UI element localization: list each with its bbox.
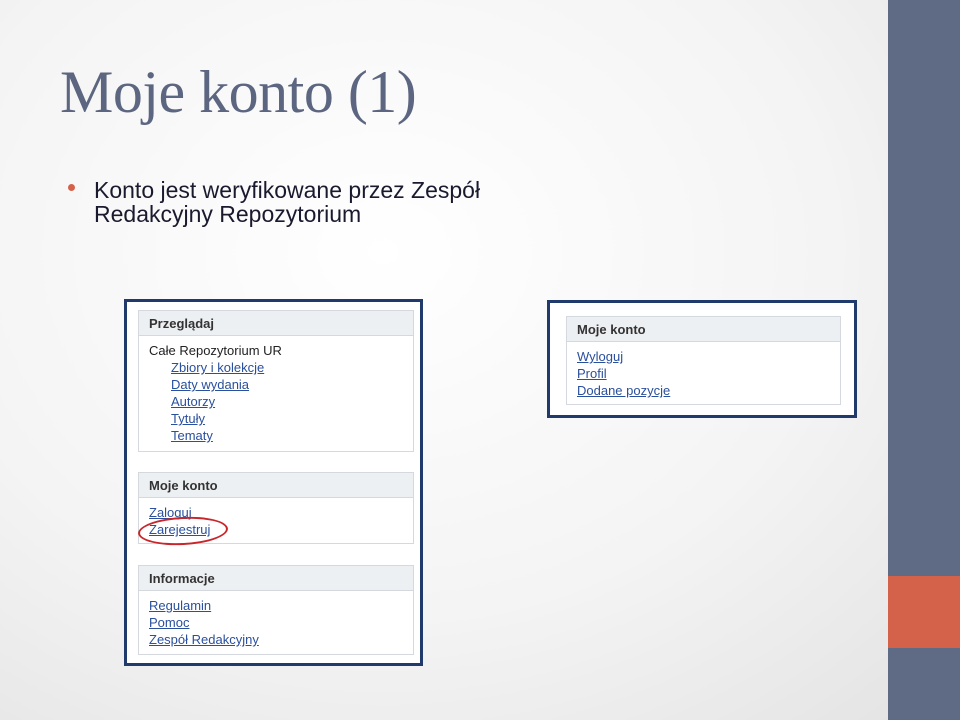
account-panel-header: Moje konto — [139, 473, 413, 498]
browse-link-authors[interactable]: Autorzy — [149, 393, 403, 410]
screenshot-logged-out: Przeglądaj Całe Repozytorium UR Zbiory i… — [124, 299, 423, 666]
browse-panel: Przeglądaj Całe Repozytorium UR Zbiory i… — [138, 310, 414, 452]
team-link[interactable]: Zespół Redakcyjny — [149, 631, 403, 648]
browse-link-titles[interactable]: Tytuły — [149, 410, 403, 427]
logout-link[interactable]: Wyloguj — [577, 348, 830, 365]
help-link[interactable]: Pomoc — [149, 614, 403, 631]
account-panel-logged-in-header: Moje konto — [567, 317, 840, 342]
info-panel-header: Informacje — [139, 566, 413, 591]
bullet-text: Konto jest weryfikowane przez Zespół Red… — [94, 177, 481, 227]
side-decor-accent — [888, 576, 960, 648]
info-panel: Informacje Regulamin Pomoc Zespół Redakc… — [138, 565, 414, 655]
screenshot-logged-in: Moje konto Wyloguj Profil Dodane pozycje — [547, 300, 857, 418]
browse-panel-header: Przeglądaj — [139, 311, 413, 336]
account-panel-logged-in: Moje konto Wyloguj Profil Dodane pozycje — [566, 316, 841, 405]
added-items-link[interactable]: Dodane pozycje — [577, 382, 830, 399]
profile-link[interactable]: Profil — [577, 365, 830, 382]
slide-title: Moje konto (1) — [60, 59, 417, 125]
bullet-dot-icon — [68, 184, 75, 191]
browse-link-subjects[interactable]: Tematy — [149, 427, 403, 444]
rules-link[interactable]: Regulamin — [149, 597, 403, 614]
browse-link-dates[interactable]: Daty wydania — [149, 376, 403, 393]
browse-link-collections[interactable]: Zbiory i kolekcje — [149, 359, 403, 376]
browse-root: Całe Repozytorium UR — [149, 343, 282, 358]
